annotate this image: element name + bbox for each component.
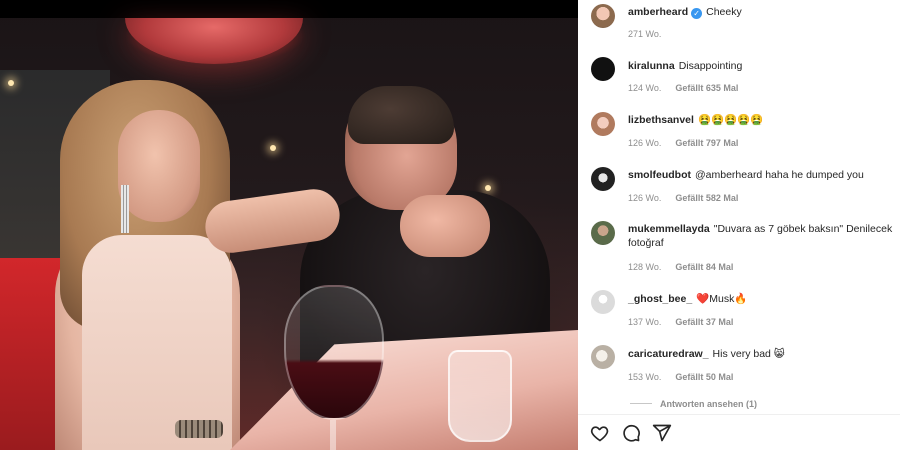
water-glass bbox=[448, 350, 512, 442]
caption-meta: 271 Wo. bbox=[628, 29, 675, 39]
comment-age[interactable]: 137 Wo. bbox=[628, 317, 661, 327]
comment-meta: 126 Wo. Gefällt 797 Mal bbox=[628, 138, 752, 148]
wine-glass bbox=[284, 285, 384, 420]
comment-likes[interactable]: Gefällt 635 Mal bbox=[675, 83, 738, 93]
ceiling-light bbox=[8, 80, 14, 86]
comment-text: ❤️Musk🔥 bbox=[696, 293, 748, 305]
comment-username[interactable]: caricaturedraw_ bbox=[628, 348, 709, 360]
caption-text: Cheeky bbox=[706, 6, 742, 18]
post-photo[interactable] bbox=[0, 0, 578, 450]
comment-meta: 124 Wo. Gefällt 635 Mal bbox=[628, 83, 752, 93]
comment-icon[interactable] bbox=[621, 423, 641, 446]
comment-likes[interactable]: Gefällt 84 Mal bbox=[675, 262, 733, 272]
woman-dress bbox=[82, 235, 232, 450]
ceiling-light bbox=[270, 145, 276, 151]
comment-likes[interactable]: Gefällt 37 Mal bbox=[675, 317, 733, 327]
comment-age[interactable]: 153 Wo. bbox=[628, 372, 661, 382]
author-username[interactable]: amberheard bbox=[628, 6, 688, 18]
earring bbox=[121, 185, 129, 233]
avatar[interactable] bbox=[591, 345, 615, 369]
list-item: lizbethsanvel 🤮🤮🤮🤮🤮 126 Wo. Gefällt 797 Ma… bbox=[591, 112, 891, 157]
author-avatar[interactable] bbox=[591, 4, 615, 28]
verified-badge-icon: ✓ bbox=[691, 8, 703, 19]
comment-meta: 137 Wo. Gefällt 37 Mal bbox=[628, 317, 747, 327]
bracelet bbox=[175, 420, 223, 438]
comment-username[interactable]: smolfeudbot bbox=[628, 169, 691, 181]
comment-age[interactable]: 128 Wo. bbox=[628, 262, 661, 272]
list-item: _ghost_bee_ ❤️Musk🔥 137 Wo. Gefällt 37 Mal bbox=[591, 290, 891, 335]
comment-text: @amberheard haha he dumped you bbox=[695, 169, 864, 181]
action-bar bbox=[590, 423, 672, 446]
avatar[interactable] bbox=[591, 167, 615, 191]
comment-likes[interactable]: Gefällt 797 Mal bbox=[675, 138, 738, 148]
comment-username[interactable]: _ghost_bee_ bbox=[628, 293, 692, 305]
list-item: kiralunna Disappointing 124 Wo. Gefällt 63… bbox=[591, 57, 891, 102]
comment-meta: 128 Wo. Gefällt 84 Mal bbox=[628, 262, 747, 272]
comment-text: 🤮🤮🤮🤮🤮 bbox=[697, 114, 764, 126]
comment-age[interactable]: 124 Wo. bbox=[628, 83, 661, 93]
photo-top-bar bbox=[0, 0, 578, 18]
replies-label: Antworten ansehen (1) bbox=[660, 399, 758, 409]
woman-face bbox=[118, 110, 200, 222]
heart-icon[interactable] bbox=[590, 423, 610, 446]
avatar[interactable] bbox=[591, 290, 615, 314]
dinner-table bbox=[230, 330, 578, 450]
comment-text: His very bad 😸 bbox=[712, 348, 785, 360]
list-item: caricaturedraw_ His very bad 😸 153 Wo. Gef… bbox=[591, 345, 891, 390]
actions-divider bbox=[578, 414, 900, 415]
replies-divider-line bbox=[630, 403, 652, 404]
man-hands bbox=[400, 195, 490, 257]
comment-age[interactable]: 126 Wo. bbox=[628, 193, 661, 203]
comment-likes[interactable]: Gefällt 50 Mal bbox=[675, 372, 733, 382]
comment-likes[interactable]: Gefällt 582 Mal bbox=[675, 193, 738, 203]
comment-meta: 153 Wo. Gefällt 50 Mal bbox=[628, 372, 747, 382]
pendant-lamp bbox=[125, 18, 303, 64]
comment-text: Disappointing bbox=[678, 60, 743, 72]
comments-panel: amberheard ✓ Cheeky 271 Wo. kiralunna Disap… bbox=[578, 0, 900, 450]
comment-username[interactable]: lizbethsanvel bbox=[628, 114, 694, 126]
instagram-post-view: amberheard ✓ Cheeky 271 Wo. kiralunna Disap… bbox=[0, 0, 900, 450]
avatar[interactable] bbox=[591, 112, 615, 136]
comment-username[interactable]: mukemmellayda bbox=[628, 223, 710, 235]
avatar[interactable] bbox=[591, 57, 615, 81]
comment-username[interactable]: kiralunna bbox=[628, 60, 675, 72]
view-replies-button[interactable]: Antworten ansehen (1) bbox=[630, 399, 757, 409]
comment-meta: 126 Wo. Gefällt 582 Mal bbox=[628, 193, 752, 203]
post-caption: amberheard ✓ Cheeky 271 Wo. bbox=[591, 4, 891, 44]
comment-age[interactable]: 126 Wo. bbox=[628, 138, 661, 148]
caption-age[interactable]: 271 Wo. bbox=[628, 29, 661, 39]
wine-glass-stem bbox=[330, 420, 336, 450]
list-item: mukemmellayda "Duvara as 7 göbek baksın" … bbox=[591, 221, 892, 276]
ceiling-light bbox=[485, 185, 491, 191]
avatar[interactable] bbox=[591, 221, 615, 245]
list-item: smolfeudbot @amberheard haha he dumped yo… bbox=[591, 167, 891, 212]
share-icon[interactable] bbox=[652, 423, 672, 446]
man-hair bbox=[348, 86, 454, 144]
